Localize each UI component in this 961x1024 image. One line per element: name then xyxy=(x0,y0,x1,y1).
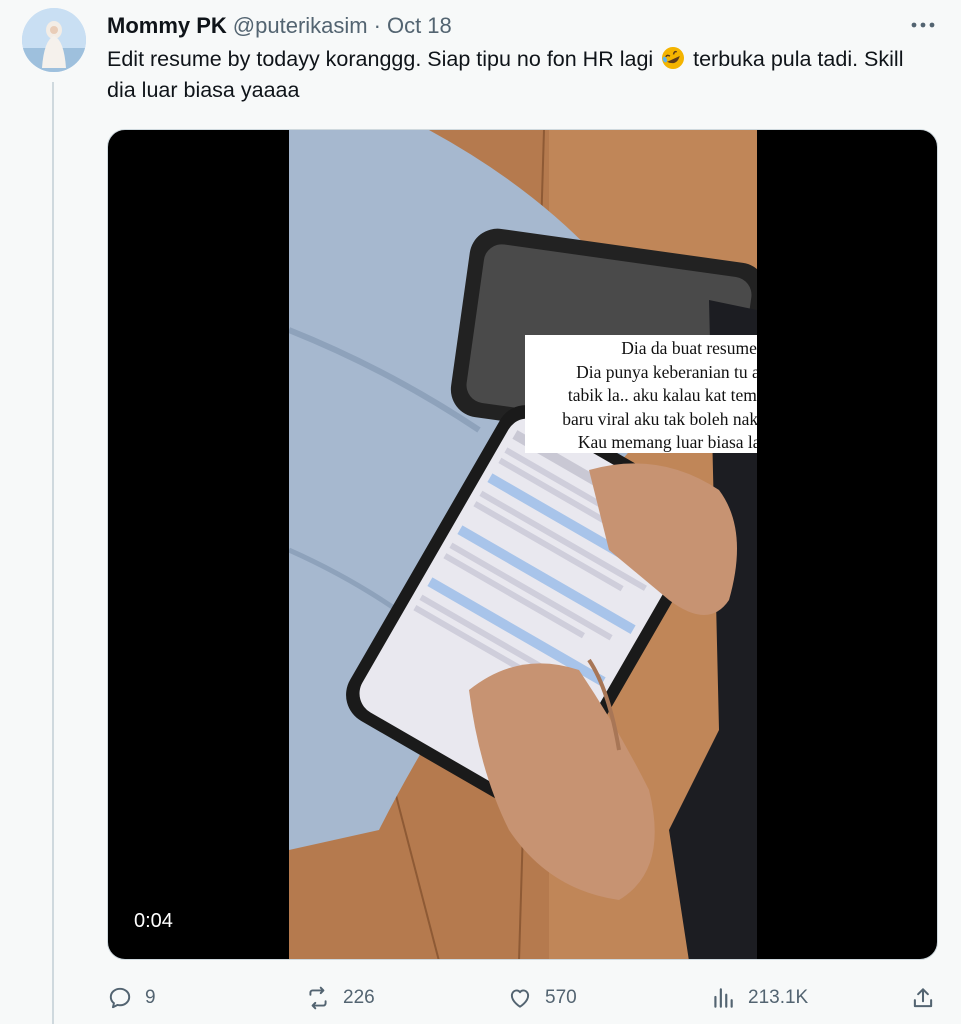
caption-line: Kau memang luar biasa la pazelah xyxy=(577,432,757,452)
retweet-count: 226 xyxy=(343,987,375,1008)
share-button[interactable] xyxy=(910,978,936,1018)
more-options-button[interactable] xyxy=(905,12,941,38)
caption-line: baru viral aku tak boleh nak bernafas da… xyxy=(562,408,757,429)
like-button[interactable]: 570 xyxy=(507,978,577,1018)
caption-line: Dia da buat resume baru. xyxy=(621,338,757,358)
action-bar: 9 226 570 213.1K xyxy=(107,978,940,1018)
reply-button[interactable]: 9 xyxy=(107,978,156,1018)
video-player[interactable]: Dia da buat resume baru. Dia punya keber… xyxy=(107,129,938,960)
video-frame: Dia da buat resume baru. Dia punya keber… xyxy=(289,130,757,959)
tweet-text-part1: Edit resume by todayy koranggg. Siap tip… xyxy=(107,47,660,71)
view-count: 213.1K xyxy=(748,987,809,1008)
caption-line: tabik la.. aku kalau kat tempat dia bend… xyxy=(567,385,757,405)
tweet-text: Edit resume by todayy koranggg. Siap tip… xyxy=(107,44,937,106)
author-name[interactable]: Mommy PK xyxy=(107,13,227,39)
video-still xyxy=(289,130,757,959)
avatar[interactable] xyxy=(22,8,86,72)
views-icon xyxy=(714,988,733,1008)
retweet-icon xyxy=(309,986,327,1010)
rolling-on-floor-laughing-icon xyxy=(662,47,685,69)
reply-icon xyxy=(109,987,131,1009)
tweet-header: Mommy PK @puterikasim · Oct 18 xyxy=(107,12,452,40)
avatar-image xyxy=(22,8,86,72)
thread-line xyxy=(52,82,54,1024)
like-count: 570 xyxy=(545,987,577,1008)
views-button[interactable]: 213.1K xyxy=(710,978,808,1018)
author-handle[interactable]: @puterikasim xyxy=(233,13,368,39)
caption-line: Dia punya keberanian tu aku memang xyxy=(576,361,757,382)
more-icon xyxy=(911,22,935,28)
retweet-button[interactable]: 226 xyxy=(305,978,375,1018)
caption-line-last: Kau memang luar biasa la pazelah‼️ xyxy=(525,431,757,455)
like-icon xyxy=(510,989,530,1008)
tweet-date[interactable]: Oct 18 xyxy=(387,13,452,39)
share-icon xyxy=(913,988,933,1008)
reply-count: 9 xyxy=(145,987,156,1008)
video-caption: Dia da buat resume baru. Dia punya keber… xyxy=(525,335,757,453)
separator-dot: · xyxy=(373,13,381,38)
video-timestamp: 0:04 xyxy=(134,910,173,932)
